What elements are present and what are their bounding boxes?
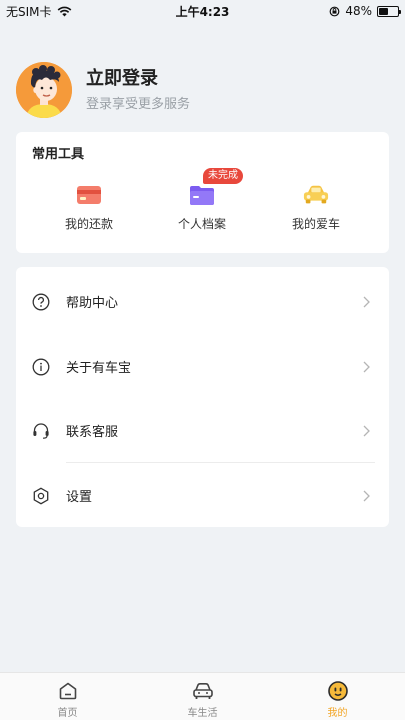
tool-label: 我的还款 [64,217,113,231]
tab-mine[interactable]: 我的 [270,673,405,720]
tool-repayment[interactable]: 我的还款 [39,182,139,232]
tab-label: 首页 [57,708,78,719]
menu-item-customer-service[interactable]: 联系客服 [16,398,389,463]
menu-item-help[interactable]: 帮助中心 [16,269,389,334]
menu-label: 联系客服 [66,425,119,440]
login-subtitle: 登录享受更多服务 [86,97,191,112]
question-icon [32,293,50,311]
battery-icon [377,5,401,17]
card-icon [76,182,102,208]
menu-item-settings[interactable]: 设置 [16,463,389,528]
tool-my-car[interactable]: 我的爱车 [266,182,366,232]
info-icon [32,358,50,376]
wifi-icon [57,6,71,16]
tab-label: 车生活 [187,708,218,719]
tab-bar: 首页 车生活 我的 [0,672,405,720]
menu-label: 帮助中心 [66,296,119,311]
tab-label: 我的 [327,708,348,719]
avatar[interactable] [16,62,72,118]
avatar-illustration [16,62,72,118]
login-title[interactable]: 立即登录 [86,68,190,90]
chevron-right-icon [363,296,370,307]
profile-login[interactable]: 立即登录 登录享受更多服务 [16,62,190,118]
folder-icon: 未完成 [189,168,243,208]
menu-label: 设置 [66,490,93,505]
smiley-icon [327,681,348,701]
menu-card: 帮助中心 关于有车宝 联系客服 设置 [16,267,389,527]
status-right: 48% [329,4,401,18]
chevron-right-icon [363,361,370,372]
car-outline-icon [192,683,213,699]
car-icon [303,182,329,208]
tool-profile[interactable]: 未完成 个人档案 [152,168,252,232]
headset-icon [32,422,50,440]
rotation-lock-icon [329,6,340,16]
chevron-right-icon [363,490,370,501]
settings-icon [32,487,50,505]
tab-home[interactable]: 首页 [0,673,135,720]
battery-percent: 48% [345,4,372,18]
status-left: 无SIM卡 [6,3,72,20]
tools-card: 常用工具 我的还款 未完成 个人档案 我的爱车 [16,132,389,253]
status-bar: 无SIM卡 上午4:23 48% [0,0,405,22]
battery-level-fill [379,7,388,15]
tab-car-life[interactable]: 车生活 [135,673,270,720]
home-icon [59,682,76,700]
profile-text[interactable]: 立即登录 登录享受更多服务 [86,68,190,112]
carrier-label: 无SIM卡 [6,4,52,19]
tool-label: 我的爱车 [291,217,340,231]
incomplete-badge: 未完成 [203,168,243,184]
menu-label: 关于有车宝 [66,361,132,376]
chevron-right-icon [363,425,370,436]
tool-label: 个人档案 [177,217,226,231]
menu-item-about[interactable]: 关于有车宝 [16,334,389,399]
tools-title: 常用工具 [32,147,85,162]
